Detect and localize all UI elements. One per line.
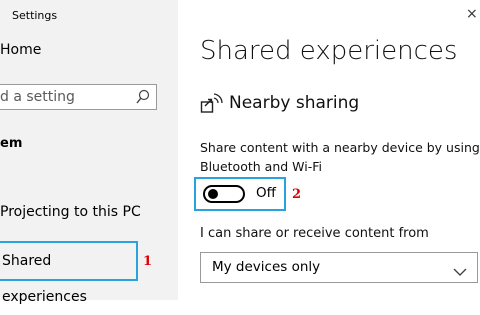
- callout-marker-2: 2: [292, 187, 302, 202]
- sidebar-item-shared-experiences[interactable]: Shared experiences: [0, 241, 138, 305]
- sidebar-section-heading: em: [0, 136, 23, 151]
- toggle-state-label: Off: [256, 185, 276, 201]
- window-title: Settings: [12, 9, 58, 22]
- search-input[interactable]: [0, 85, 130, 109]
- nearby-sharing-icon: [200, 92, 224, 119]
- toggle-knob: [208, 189, 218, 199]
- search-box[interactable]: [0, 84, 157, 110]
- share-from-label: I can share or receive content from: [200, 226, 429, 241]
- page-title: Shared experiences: [200, 36, 458, 66]
- chevron-down-icon: [453, 262, 467, 281]
- share-from-dropdown[interactable]: My devices only: [200, 252, 478, 283]
- close-icon[interactable]: ×: [466, 6, 478, 22]
- sidebar-item-projecting[interactable]: Projecting to this PC: [0, 204, 141, 220]
- search-icon[interactable]: [136, 89, 150, 109]
- callout-marker-1: 1: [143, 254, 153, 269]
- sidebar-item-home[interactable]: Home: [0, 42, 41, 58]
- nearby-sharing-description: Share content with a nearby device by us…: [200, 140, 480, 174]
- nearby-sharing-toggle[interactable]: [203, 185, 245, 203]
- share-from-selected: My devices only: [212, 259, 321, 275]
- nearby-sharing-heading-label: Nearby sharing: [229, 93, 360, 113]
- nearby-sharing-toggle-highlight: Off: [194, 177, 286, 211]
